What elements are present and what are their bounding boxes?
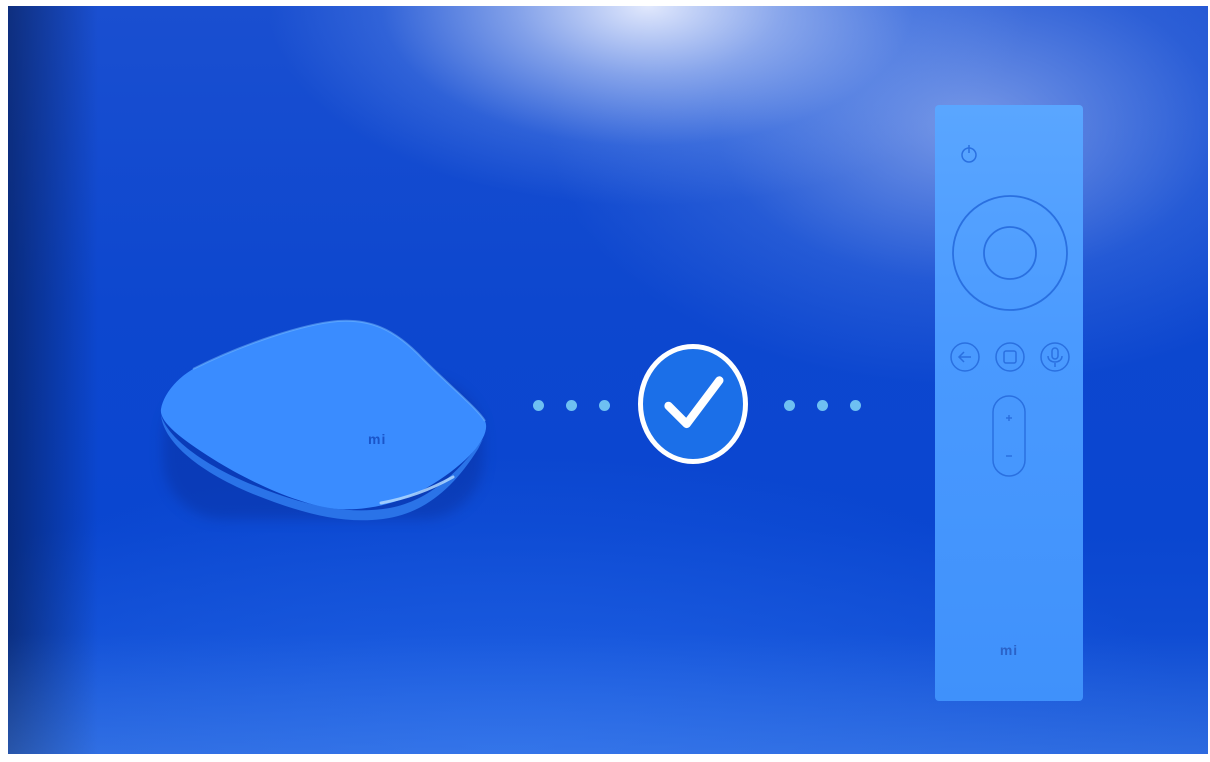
power-icon — [961, 145, 977, 163]
tv-box-illustration: mi — [153, 319, 493, 521]
connection-dot — [784, 400, 795, 411]
connection-dot — [817, 400, 828, 411]
mic-icon — [1040, 342, 1070, 372]
connection-dot — [599, 400, 610, 411]
remote-buttons — [950, 145, 1070, 477]
dpad-ring — [952, 195, 1068, 311]
connection-dots-right — [784, 400, 861, 411]
tv-box-logo: mi — [368, 431, 387, 447]
connection-dots-left — [533, 400, 610, 411]
remote-illustration: mi — [935, 105, 1083, 701]
volume-rocker — [992, 395, 1026, 477]
home-icon — [995, 342, 1025, 372]
connection-dot — [566, 400, 577, 411]
connection-dot — [533, 400, 544, 411]
tv-box-shape — [160, 319, 487, 521]
paired-status — [638, 344, 748, 464]
connection-dot — [850, 400, 861, 411]
back-icon — [950, 342, 980, 372]
remote-logo: mi — [999, 642, 1019, 658]
checkmark-icon — [664, 376, 724, 429]
pairing-screen: mi mi — [8, 6, 1208, 754]
